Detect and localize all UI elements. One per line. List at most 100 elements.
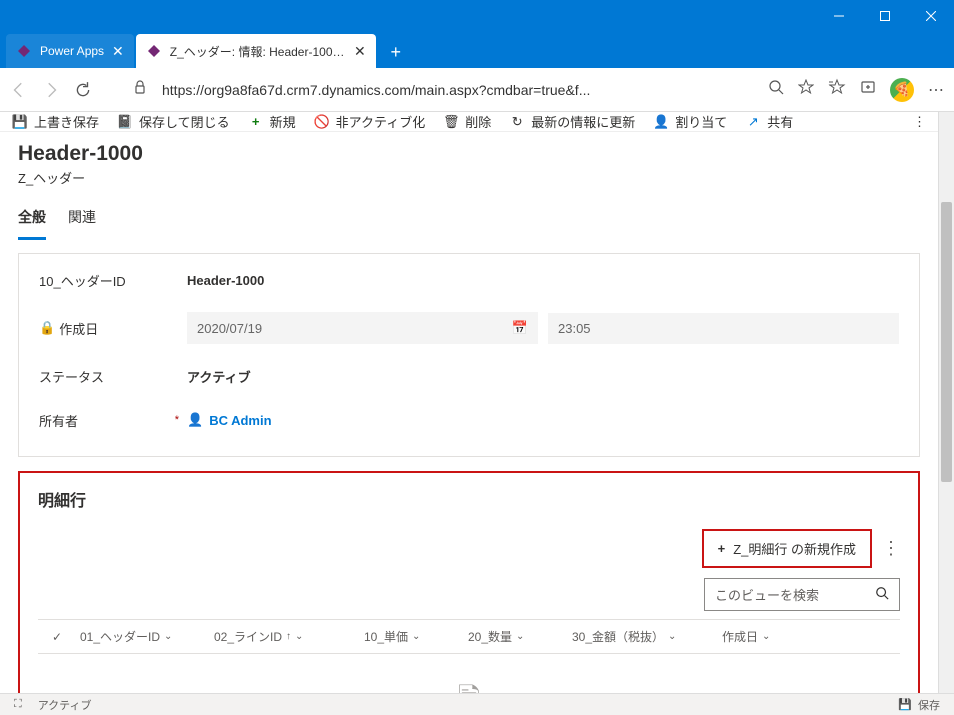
save-close-label: 保存して閉じる [139,112,230,131]
share-button[interactable]: ↗ 共有 [745,112,793,131]
column-amount[interactable]: 30_金額（税抜）⌄ [564,628,714,645]
new-detail-button[interactable]: + Z_明細行 の新規作成 [702,529,872,568]
document-icon: 🗎 [38,678,900,693]
delete-label: 削除 [465,112,491,131]
save-text[interactable]: 保存 [918,697,940,713]
chevron-down-icon: ⌄ [668,631,676,642]
column-header-id[interactable]: 01_ヘッダーID⌄ [72,628,206,645]
address-bar: https://org9a8fa67d.crm7.dynamics.com/ma… [0,68,954,112]
collections-icon[interactable] [860,79,876,100]
status-label: ステータス [39,367,187,386]
search-input[interactable]: このビューを検索 [704,578,900,611]
new-tab-button[interactable]: + [380,36,412,68]
assign-label: 割り当て [675,112,727,131]
deactivate-label: 非アクティブ化 [336,112,426,131]
plus-icon: + [718,541,726,556]
page-header: Header-1000 Z_ヘッダー [0,132,938,193]
minimize-button[interactable] [816,0,862,32]
favorite-icon[interactable] [798,79,814,100]
chevron-down-icon: ⌄ [762,631,770,642]
sort-asc-icon: ↑ [286,631,291,642]
status-text: アクティブ [38,697,92,713]
calendar-icon: 📅 [512,320,528,336]
header-id-value[interactable]: Header-1000 [187,273,899,288]
page-title: Header-1000 [18,142,920,166]
url-field[interactable]: https://org9a8fa67d.crm7.dynamics.com/ma… [162,82,754,98]
form-tabs: 全般 関連 [0,207,938,241]
column-line-id[interactable]: 02_ラインID↑⌄ [206,628,356,645]
status-value[interactable]: アクティブ [187,367,899,386]
column-created[interactable]: 作成日⌄ [714,628,834,645]
created-time-field: 23:05 [548,313,899,344]
maximize-button[interactable] [862,0,908,32]
browser-tabs: Power Apps ✕ Z_ヘッダー: 情報: Header-1000 - M… [0,32,954,68]
column-unit-price[interactable]: 10_単価⌄ [356,628,460,645]
window-titlebar [0,0,954,32]
deactivate-icon: 🚫 [314,114,330,130]
refresh-icon: ↻ [509,114,525,130]
created-date-field: 2020/07/19📅 [187,312,538,344]
share-icon: ↗ [745,114,761,130]
tab-label: Power Apps [40,44,104,58]
chevron-down-icon: ⌄ [412,631,420,642]
zoom-icon[interactable] [768,79,784,100]
back-button[interactable] [10,81,28,99]
close-icon[interactable]: ✕ [354,43,366,60]
menu-button[interactable]: ⋯ [928,80,944,100]
header-id-label: 10_ヘッダーID [39,271,187,290]
more-commands-button[interactable]: ⋮ [913,114,926,130]
chevron-down-icon: ⌄ [516,631,524,642]
entity-name: Z_ヘッダー [18,168,920,187]
assign-button[interactable]: 👤 割り当て [653,112,727,131]
deactivate-button[interactable]: 🚫 非アクティブ化 [314,112,426,131]
refresh-button[interactable] [74,81,92,99]
refresh-button[interactable]: ↻ 最新の情報に更新 [509,112,635,131]
command-bar: 💾上書き保存 📓 保存して閉じる + 新規 🚫 非アクティブ化 🗑 削除 ↻ 最新の情報に… [0,112,938,132]
new-button[interactable]: + 新規 [248,112,296,131]
share-label: 共有 [767,112,793,131]
save-icon: 💾 [898,698,912,711]
close-button[interactable] [908,0,954,32]
save-close-icon: 📓 [117,114,133,130]
owner-label: 所有者* [39,411,187,430]
powerapps-icon [146,43,162,59]
detail-title: 明細行 [38,487,900,511]
lock-icon: 🔒 [39,320,55,336]
profile-icon[interactable]: 🍕 [890,78,914,102]
assign-icon: 👤 [653,114,669,130]
new-label: 新規 [270,112,296,131]
detail-more-button[interactable]: ⋮ [882,538,900,559]
powerapps-icon [16,43,32,59]
tab-related[interactable]: 関連 [68,207,96,240]
plus-icon: + [248,114,264,130]
search-icon [875,586,889,603]
forward-button[interactable] [42,81,60,99]
grid-header: ✓ 01_ヘッダーID⌄ 02_ラインID↑⌄ 10_単価⌄ 20_数量⌄ 30… [38,619,900,654]
person-icon: 👤 [187,412,203,428]
tab-general[interactable]: 全般 [18,207,46,240]
chevron-down-icon: ⌄ [295,631,303,642]
lock-icon[interactable] [132,79,148,100]
favorites-bar-icon[interactable] [828,78,846,101]
delete-button[interactable]: 🗑 削除 [443,112,491,131]
owner-value[interactable]: 👤BC Admin [187,412,272,428]
new-detail-label: Z_明細行 の新規作成 [733,539,856,558]
select-all-checkbox[interactable]: ✓ [42,628,72,645]
save-close-button[interactable]: 📓 保存して閉じる [117,112,230,131]
detail-section: 明細行 + Z_明細行 の新規作成 ⋮ このビューを検索 ✓ 01_ヘッダーID… [18,471,920,693]
save-label: 上書き保存 [34,112,99,131]
trash-icon: 🗑 [443,114,459,130]
scrollbar-thumb[interactable] [941,202,952,482]
tab-dynamics[interactable]: Z_ヘッダー: 情報: Header-1000 - M ✕ [136,34,376,68]
search-placeholder: このビューを検索 [715,585,819,604]
scrollbar[interactable] [938,112,954,693]
refresh-label: 最新の情報に更新 [531,112,635,131]
expand-icon[interactable]: ⛶ [14,698,22,711]
column-qty[interactable]: 20_数量⌄ [460,628,564,645]
required-mark: * [175,414,179,426]
save-button[interactable]: 💾上書き保存 [12,112,99,131]
tab-label: Z_ヘッダー: 情報: Header-1000 - M [170,43,346,60]
chevron-down-icon: ⌄ [164,631,172,642]
close-icon[interactable]: ✕ [112,43,124,60]
tab-powerapps[interactable]: Power Apps ✕ [6,34,134,68]
